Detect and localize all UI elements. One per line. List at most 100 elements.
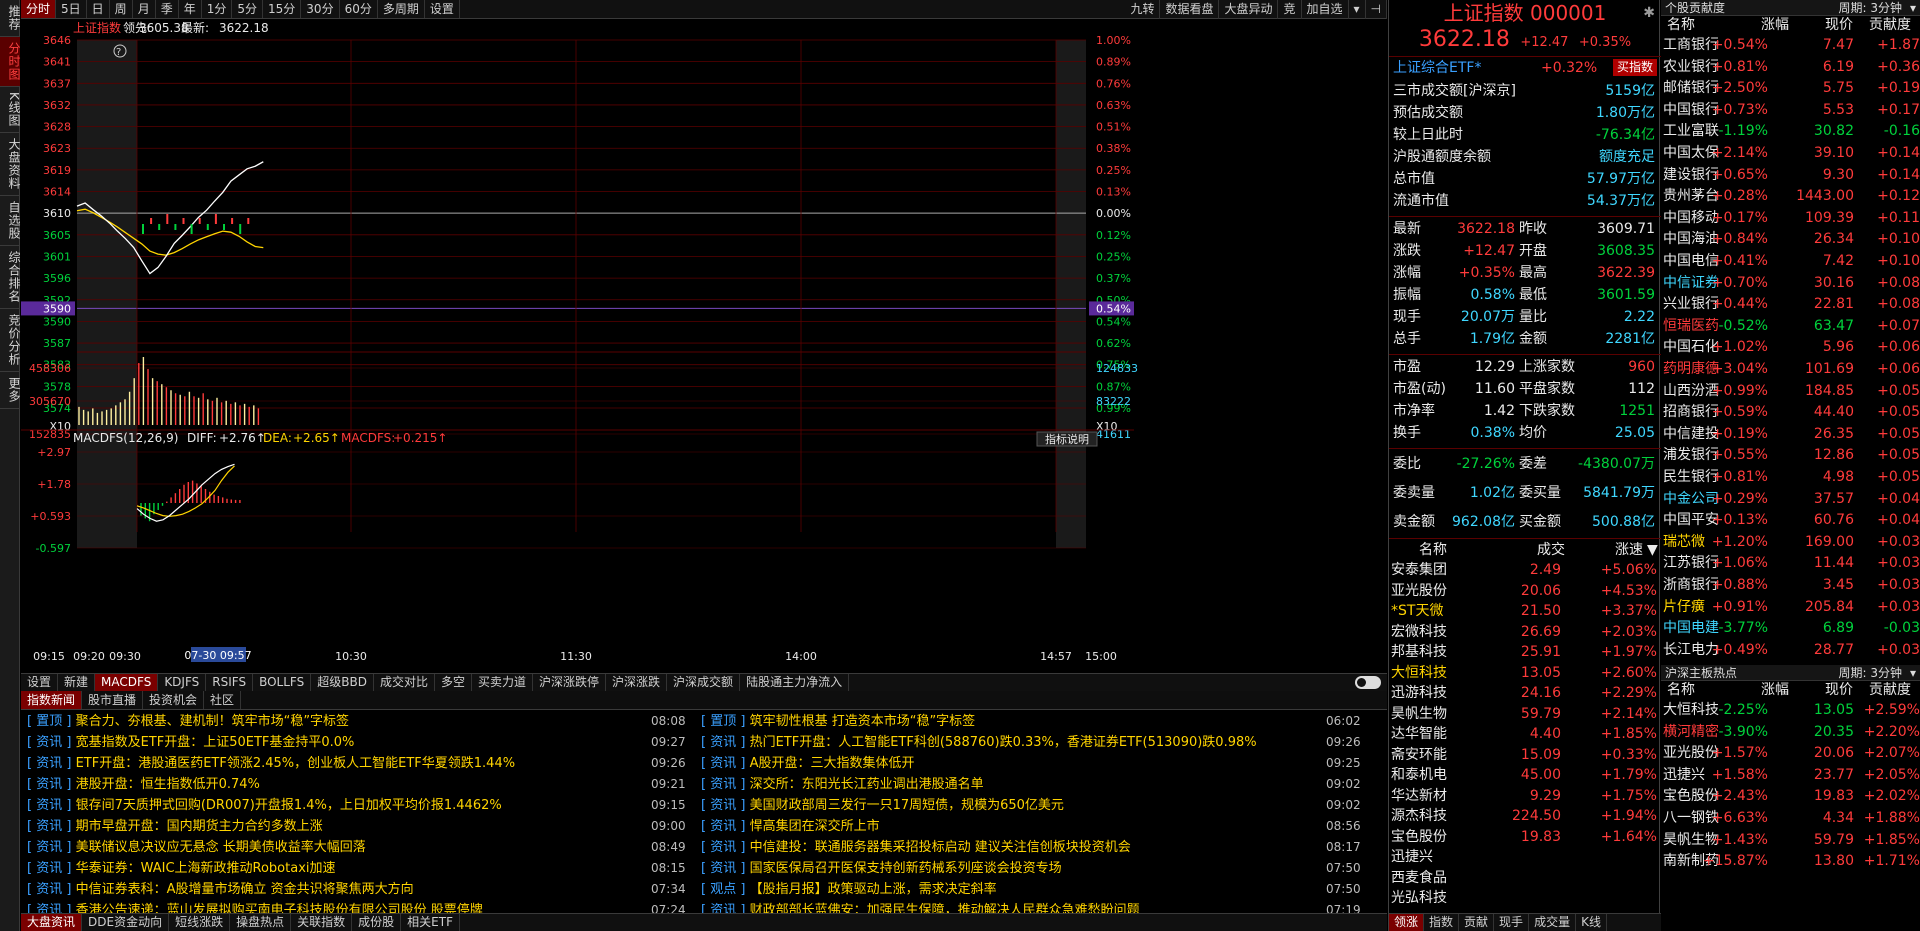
stock-name[interactable]: 斋安环能 xyxy=(1391,745,1447,765)
toggle-icon[interactable] xyxy=(1355,676,1381,689)
col-price[interactable]: 成交 xyxy=(1537,540,1565,560)
stock-name[interactable]: 瑞芯微 xyxy=(1663,532,1705,553)
toolbar-right-0[interactable]: 九转 xyxy=(1125,0,1161,19)
contrib-row[interactable]: 工商银行 +0.54% 7.47 +1.87 xyxy=(1661,35,1920,56)
news-item[interactable]: [ 资讯 ] 中信建投：联通服务器集采招投标启动 建议关注信创板块投资机会 08:… xyxy=(701,837,1366,858)
bottom-tab-5[interactable]: 成份股 xyxy=(352,914,402,931)
news-item[interactable]: [ 观点 ] 【股指月报】政策驱动上涨，需求决定斜率 07:50 xyxy=(701,879,1366,900)
contrib-row[interactable]: 建设银行 +0.65% 9.30 +0.14 xyxy=(1661,165,1920,186)
stock-name[interactable]: 中信证券 xyxy=(1663,273,1719,294)
contrib-row[interactable]: 瑞芯微 +1.20% 169.00 +0.03 xyxy=(1661,532,1920,553)
buy-index-button[interactable]: 买指数 xyxy=(1612,59,1657,76)
contrib-row[interactable]: 兴业银行 +0.44% 22.81 +0.08 xyxy=(1661,294,1920,315)
bottom-tab-2[interactable]: 短线涨跌 xyxy=(169,914,231,931)
stock-name[interactable]: 邮储银行 xyxy=(1663,78,1719,99)
stock-name[interactable]: 工商银行 xyxy=(1663,35,1719,56)
stock-name[interactable]: 工业富联 xyxy=(1663,121,1719,142)
intraday-chart[interactable]: 上证指数 领先: 3605.38 最新: 3622.18? 3646 1.00% 3641 0.… xyxy=(21,20,1387,678)
col-name[interactable]: 名称 xyxy=(1419,540,1447,560)
contrib-row[interactable]: 片仔癀 +0.91% 205.84 +0.03 xyxy=(1661,597,1920,618)
stock-name[interactable]: 中国海油 xyxy=(1663,229,1719,250)
news-tab-3[interactable]: 社区 xyxy=(204,691,242,709)
list-item[interactable]: 光弘科技 xyxy=(1389,888,1661,908)
stock-name[interactable]: 中国平安 xyxy=(1663,510,1719,531)
stock-name[interactable]: 中信建投 xyxy=(1663,424,1719,445)
dropdown-icon[interactable]: ▾ xyxy=(1349,0,1366,19)
stock-name[interactable]: 达华智能 xyxy=(1391,724,1447,744)
stock-name[interactable]: 光弘科技 xyxy=(1391,888,1447,908)
bottom-tab-6[interactable]: 相关ETF xyxy=(401,914,460,931)
stock-name[interactable]: 昊帆生物 xyxy=(1663,830,1719,851)
stock-name[interactable]: 长江电力 xyxy=(1663,640,1719,661)
contrib-row[interactable]: 中国银行 +0.73% 5.53 +0.17 xyxy=(1661,100,1920,121)
toolbar-item-12[interactable]: 多周期 xyxy=(378,0,425,18)
news-title[interactable]: 期市早盘开盘：国内期货主力合约多数上涨 xyxy=(76,819,323,834)
indicator-tab-2[interactable]: MACDFS xyxy=(95,674,159,691)
indicator-tab-0[interactable]: 设置 xyxy=(21,674,59,691)
stock-name[interactable]: 浙商银行 xyxy=(1663,575,1719,596)
sidebar-item-1[interactable]: 分时图 xyxy=(0,37,21,87)
col-name[interactable]: 名称 xyxy=(1667,16,1695,35)
contrib-row[interactable]: 昊帆生物 +1.43% 59.79 +1.85% xyxy=(1661,830,1920,851)
toolbar-right-3[interactable]: 竞 xyxy=(1278,0,1302,19)
contrib-row[interactable]: 八一钢铁 +6.63% 4.34 +1.88% xyxy=(1661,808,1920,829)
news-item[interactable]: [ 资讯 ] 热门ETF开盘：人工智能ETF科创(588760)跌0.33%，香… xyxy=(701,732,1366,753)
list-item[interactable]: 邦基科技 25.91 +1.97% xyxy=(1389,642,1661,662)
news-item[interactable]: [ 置顶 ] 聚合力、夯根基、建机制！筑牢市场“稳”字标签 08:08 xyxy=(27,711,691,732)
quote-bottom-tab-0[interactable]: 领涨 xyxy=(1389,914,1425,931)
list-item[interactable]: 大恒科技 13.05 +2.60% xyxy=(1389,663,1661,683)
news-title[interactable]: 深交所：东阳光长江药业调出港股通名单 xyxy=(750,777,984,792)
list-item[interactable]: 西麦食品 xyxy=(1389,868,1661,888)
news-item[interactable]: [ 资讯 ] 华泰证券：WAIC上海新政推动Robotaxi加速 08:15 xyxy=(27,858,691,879)
news-item[interactable]: [ 资讯 ] 悍高集团在深交所上市 08:56 xyxy=(701,816,1366,837)
list-item[interactable]: 迅游科技 24.16 +2.29% xyxy=(1389,683,1661,703)
stock-name[interactable]: 大恒科技 xyxy=(1663,700,1719,721)
indicator-tab-7[interactable]: 成交对比 xyxy=(374,674,435,691)
stock-name[interactable]: 片仔癀 xyxy=(1663,597,1705,618)
contrib-row[interactable]: 宝色股份 +2.43% 19.83 +2.02% xyxy=(1661,786,1920,807)
news-title[interactable]: 国家医保局召开医保支持创新药械系列座谈会投资专场 xyxy=(750,861,1062,876)
stock-name[interactable]: 江苏银行 xyxy=(1663,553,1719,574)
col-price[interactable]: 现价 xyxy=(1825,16,1853,35)
news-title[interactable]: 美联储议息决议应无悬念 长期美债收益率大幅回落 xyxy=(76,840,366,855)
stock-name[interactable]: 中国移动 xyxy=(1663,208,1719,229)
pin-icon[interactable]: ⊣ xyxy=(1366,0,1387,19)
contrib-row[interactable]: 中国海油 +0.84% 26.34 +0.10 xyxy=(1661,229,1920,250)
sidebar-item-2[interactable]: K线图 xyxy=(0,87,21,133)
etf-row[interactable]: 上证综合ETF* +0.32% 买指数 xyxy=(1389,56,1661,78)
list-item[interactable]: 斋安环能 15.09 +0.33% xyxy=(1389,745,1661,765)
indicator-tab-5[interactable]: BOLLFS xyxy=(253,674,312,691)
news-item[interactable]: [ 资讯 ] ETF开盘：港股通医药ETF领涨2.45%，创业板人工智能ETF华… xyxy=(27,753,691,774)
news-tab-1[interactable]: 股市直播 xyxy=(82,691,144,709)
indicator-tab-9[interactable]: 买卖力道 xyxy=(472,674,534,691)
indicator-tab-4[interactable]: RSIFS xyxy=(206,674,254,691)
contrib-row[interactable]: 贵州茅台 +0.28% 1443.00 +0.12 xyxy=(1661,186,1920,207)
contrib-row[interactable]: 中国电建 -3.77% 6.89 -0.03 xyxy=(1661,618,1920,639)
news-item[interactable]: [ 资讯 ] 美国财政部周三发行一只17周短债，规模为650亿美元 09:02 xyxy=(701,795,1366,816)
contrib-row[interactable]: 民生银行 +0.81% 4.98 +0.05 xyxy=(1661,467,1920,488)
quote-bottom-tab-3[interactable]: 现手 xyxy=(1494,914,1530,931)
stock-name[interactable]: 中金公司 xyxy=(1663,489,1719,510)
list-item[interactable]: 宏微科技 26.69 +2.03% xyxy=(1389,622,1661,642)
news-item[interactable]: [ 资讯 ] 银存间7天质押式回购(DR007)开盘报1.4%，上日加权平均价报… xyxy=(27,795,691,816)
toolbar-right-4[interactable]: 加自选 xyxy=(1302,0,1349,19)
news-title[interactable]: 港股开盘：恒生指数低开0.74% xyxy=(76,777,260,792)
chevron-down-icon[interactable]: ▾ xyxy=(1910,665,1916,681)
contrib-row[interactable]: 迅捷兴 +1.58% 23.77 +2.05% xyxy=(1661,765,1920,786)
stock-name[interactable]: 恒瑞医药 xyxy=(1663,316,1719,337)
stock-name[interactable]: 邦基科技 xyxy=(1391,642,1447,662)
contrib-row[interactable]: 中国太保 +2.14% 39.10 +0.14 xyxy=(1661,143,1920,164)
stock-name[interactable]: 亚光股份 xyxy=(1663,743,1719,764)
stock-name[interactable]: 安泰集团 xyxy=(1391,560,1447,580)
contrib-row[interactable]: 中信建投 +0.19% 26.35 +0.05 xyxy=(1661,424,1920,445)
stock-name[interactable]: 中国电建 xyxy=(1663,618,1719,639)
news-title[interactable]: 热门ETF开盘：人工智能ETF科创(588760)跌0.33%，香港证券ETF(… xyxy=(750,735,1257,750)
stock-name[interactable]: 民生银行 xyxy=(1663,467,1719,488)
sort-desc-icon[interactable]: ▼ xyxy=(1647,540,1658,560)
indicator-tab-6[interactable]: 超级BBD xyxy=(311,674,374,691)
stock-name[interactable]: 昊帆生物 xyxy=(1391,704,1447,724)
contrib-row[interactable]: 工业富联 -1.19% 30.82 -0.16 xyxy=(1661,121,1920,142)
stock-name[interactable]: 中国石化 xyxy=(1663,337,1719,358)
contrib-row[interactable]: 江苏银行 +1.06% 11.44 +0.03 xyxy=(1661,553,1920,574)
gear-icon[interactable]: ✱ xyxy=(1643,0,1655,26)
